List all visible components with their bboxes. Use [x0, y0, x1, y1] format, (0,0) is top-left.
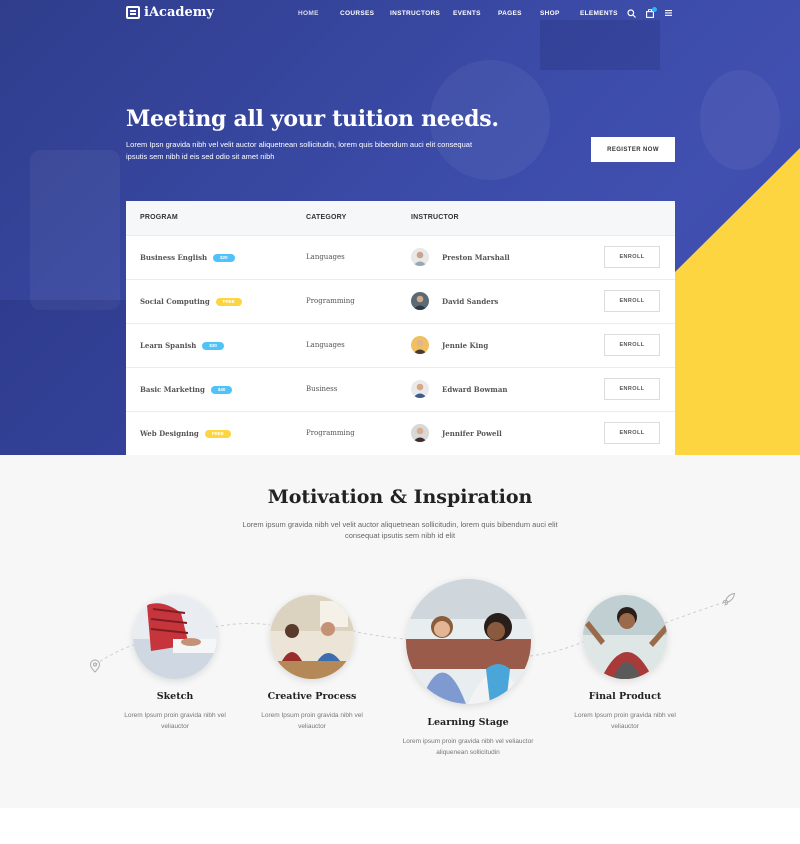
price-badge: FREE [204, 429, 231, 438]
logo[interactable]: iAcademy [126, 5, 214, 20]
nav-item-shop[interactable]: SHOP [540, 10, 560, 17]
nav-item-instructors[interactable]: INSTRUCTORS [390, 10, 440, 17]
cart-count-badge [652, 7, 657, 12]
program-label[interactable]: Basic Marketing [140, 385, 205, 394]
register-now-button[interactable]: REGISTER NOW [591, 137, 675, 162]
price-badge: $40 [210, 385, 233, 394]
instructor-avatar [411, 248, 429, 266]
price-badge: $30 [202, 341, 224, 350]
price-badge: $20 [213, 253, 235, 262]
step-desc-final-product: Lorem Ipsum proin gravida nibh vel velia… [574, 712, 676, 730]
learning-stage-image [406, 579, 531, 704]
nav-item-pages[interactable]: PAGES [498, 10, 522, 17]
instructor-name[interactable]: Jennie King [442, 341, 488, 350]
program-label[interactable]: Business English [140, 253, 207, 262]
courses-table: PROGRAM CATEGORY INSTRUCTOR Business Eng… [126, 201, 675, 455]
category-label: Programming [306, 297, 355, 305]
instructor-name[interactable]: David Sanders [442, 297, 498, 306]
enroll-button[interactable]: ENROLL [604, 378, 660, 400]
hero-subtitle: Lorem Ipsn gravida nibh vel velit auctor… [126, 140, 473, 161]
program-name[interactable]: Web Designing FREE [140, 429, 231, 438]
top-navbar: iAcademy HOME COURSES INSTRUCTORS EVENTS… [0, 0, 800, 28]
final-product-image [583, 595, 667, 679]
menu-icon[interactable] [665, 10, 672, 16]
instructor-name[interactable]: Preston Marshall [442, 253, 510, 262]
table-row: Social Computing FREE Programming David S… [126, 279, 675, 323]
category-label: Languages [306, 341, 345, 349]
program-label[interactable]: Social Computing [140, 297, 210, 306]
step-title-learning-stage: Learning Stage [427, 717, 509, 728]
program-name[interactable]: Learn Spanish $30 [140, 341, 224, 350]
rocket-icon [722, 592, 736, 606]
enroll-button[interactable]: ENROLL [604, 334, 660, 356]
step-title-final-product: Final Product [588, 691, 662, 702]
instructor-avatar [411, 292, 429, 310]
table-row: Basic Marketing $40 Business Edward Bowma… [126, 367, 675, 411]
instructor-name[interactable]: Edward Bowman [442, 385, 507, 394]
program-name[interactable]: Basic Marketing $40 [140, 385, 233, 394]
nav-item-elements[interactable]: ELEMENTS [580, 10, 618, 17]
program-name[interactable]: Business English $20 [140, 253, 235, 262]
step-desc-creative-process: Lorem Ipsum proin gravida nibh vel velia… [261, 712, 363, 730]
instructor-avatar [411, 380, 429, 398]
step-desc-learning-stage: Lorem ipsum proin gravida nibh vel velia… [402, 738, 534, 756]
search-icon[interactable] [627, 9, 636, 18]
logo-icon [126, 6, 140, 19]
enroll-button[interactable]: ENROLL [604, 290, 660, 312]
nav-item-courses[interactable]: COURSES [340, 10, 374, 17]
table-row: Business English $20 Languages Preston Ma… [126, 235, 675, 279]
column-header-category: CATEGORY [306, 214, 347, 221]
enroll-button[interactable]: ENROLL [604, 246, 660, 268]
logo-text: iAcademy [144, 5, 215, 20]
step-desc-sketch: Lorem Ipsum proin gravida nibh vel velia… [124, 712, 226, 730]
column-header-program: PROGRAM [140, 214, 178, 221]
hero-title: Meeting all your tuition needs. [126, 106, 499, 132]
step-title-creative-process: Creative Process [267, 691, 357, 702]
table-row: Learn Spanish $30 Languages Jennie King E… [126, 323, 675, 367]
map-pin-icon [89, 659, 101, 673]
category-label: Programming [306, 429, 355, 437]
enroll-button[interactable]: ENROLL [604, 422, 660, 444]
creative-process-image [270, 595, 354, 679]
price-badge: FREE [215, 297, 242, 306]
program-label[interactable]: Web Designing [140, 429, 199, 438]
instructor-name[interactable]: Jennifer Powell [442, 429, 502, 438]
step-title-sketch: Sketch [156, 691, 194, 702]
motivation-section: Motivation & Inspiration Lorem ipsum gra… [0, 455, 800, 808]
program-name[interactable]: Social Computing FREE [140, 297, 242, 306]
table-row: Web Designing FREE Programming Jennifer P… [126, 411, 675, 455]
sketch-image [133, 595, 217, 679]
table-header: PROGRAM CATEGORY INSTRUCTOR [126, 201, 675, 235]
category-label: Business [306, 385, 338, 393]
column-header-instructor: INSTRUCTOR [411, 214, 459, 221]
instructor-avatar [411, 424, 429, 442]
category-label: Languages [306, 253, 345, 261]
nav-item-events[interactable]: EVENTS [453, 10, 481, 17]
nav-item-home[interactable]: HOME [298, 10, 319, 17]
program-label[interactable]: Learn Spanish [140, 341, 196, 350]
instructor-avatar [411, 336, 429, 354]
